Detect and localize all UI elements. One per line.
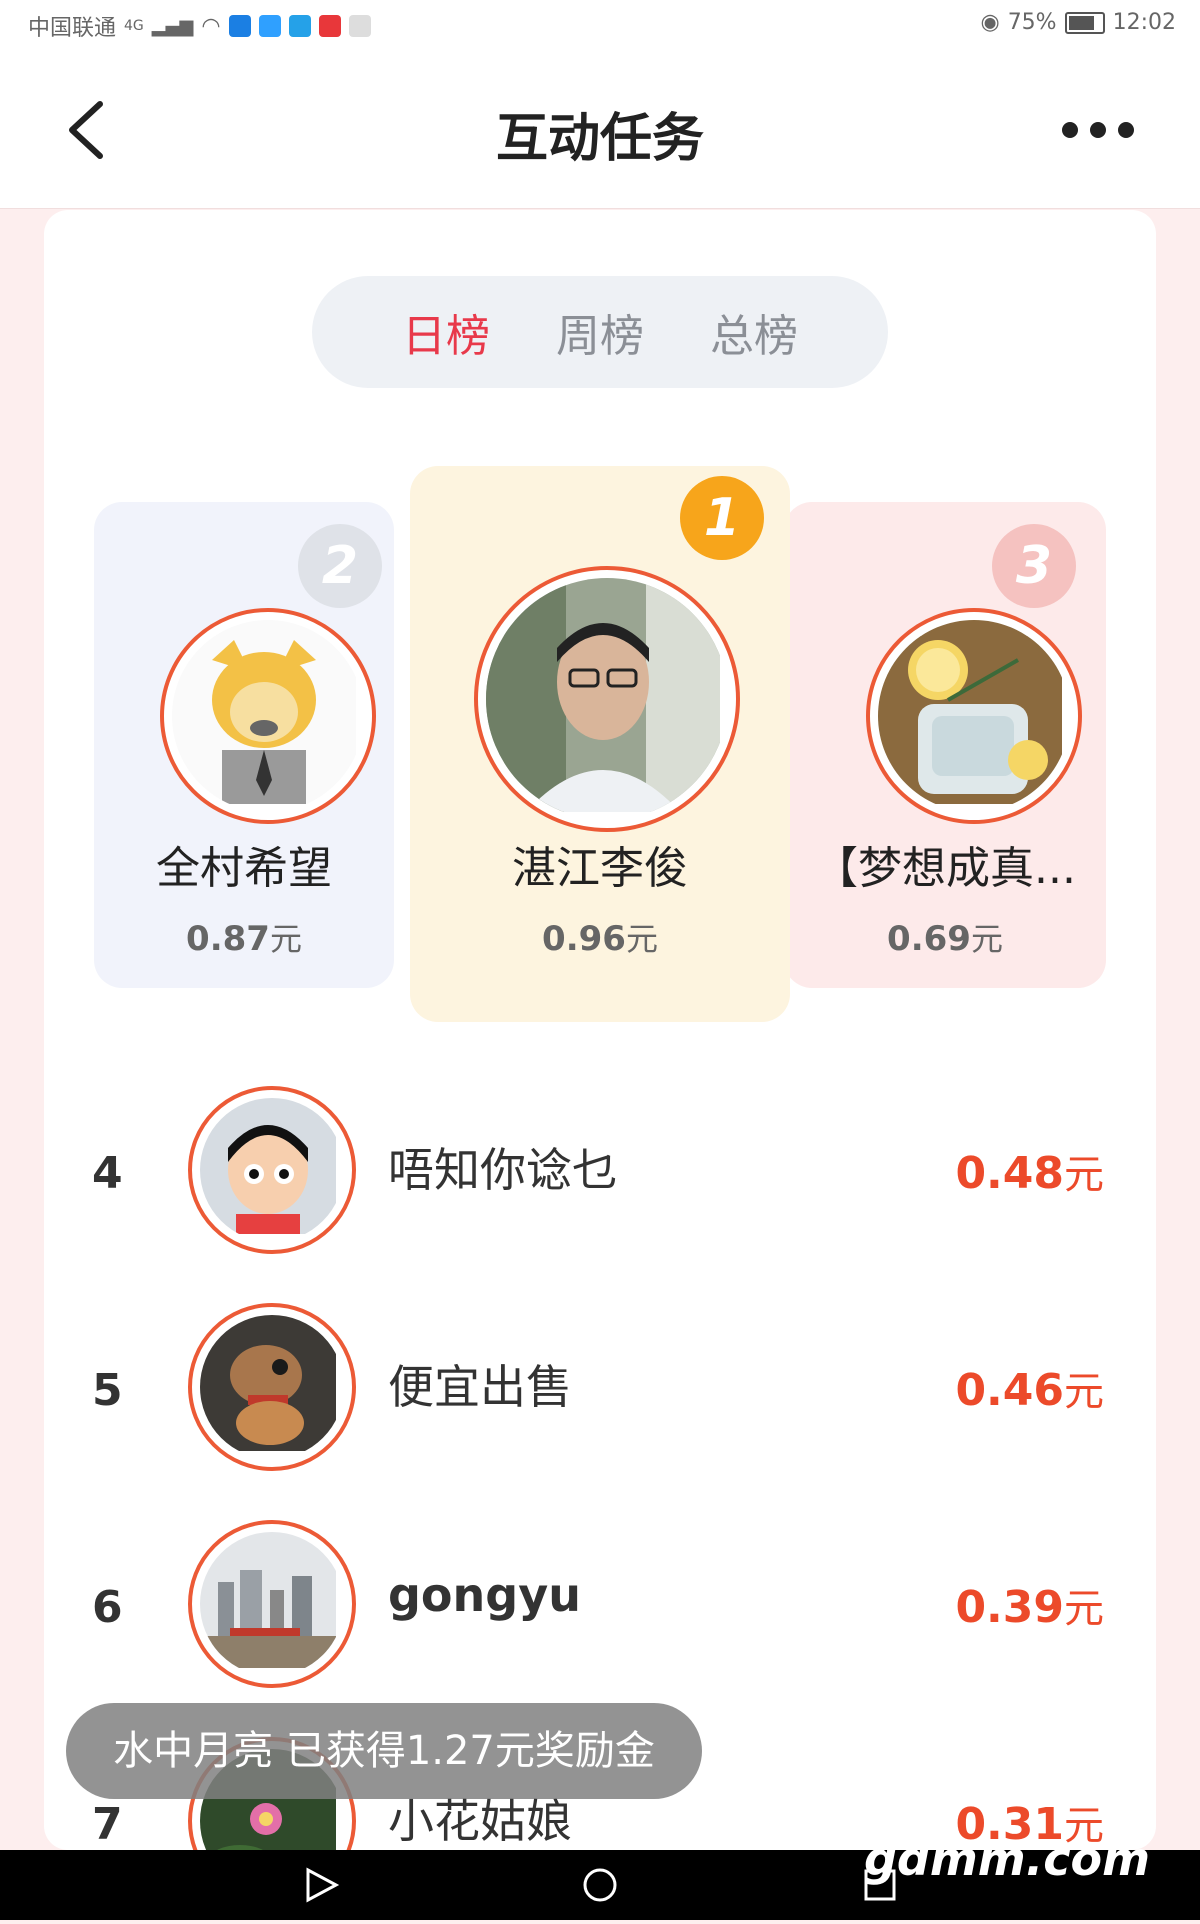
avatar-image xyxy=(878,620,1070,812)
podium-name: 全村希望 xyxy=(156,843,332,894)
send-app-icon xyxy=(288,15,311,37)
rank-number: 4 xyxy=(92,1148,123,1199)
rank-number: 6 xyxy=(92,1582,123,1633)
avatar xyxy=(474,566,740,832)
avatar-image xyxy=(200,1098,344,1242)
tab-weekly[interactable]: 周榜 xyxy=(556,300,644,364)
podium-amount: 0.69元 xyxy=(784,914,1106,960)
amount-unit: 元 xyxy=(625,920,658,958)
leaderboard-card: 日榜 周榜 总榜 2 全村希望 0.87元 3 【梦想成真... 0.69元 1… xyxy=(44,210,1156,1850)
reward-amount: 0.48元 xyxy=(955,1142,1104,1200)
podium-name: 湛江李俊 xyxy=(512,843,688,894)
wifi-icon: ◠ xyxy=(201,13,221,39)
nav-back-icon[interactable] xyxy=(306,1867,340,1903)
status-bar: 中国联通 4G ▂▄▆ ◠ ◉ 75% 12:02 xyxy=(0,0,1200,52)
list-item[interactable]: 6 gongyu 0.39元 xyxy=(44,1520,1156,1700)
podium-first[interactable]: 1 湛江李俊 0.96元 xyxy=(410,466,790,1022)
user-name: 唔知你谂乜 xyxy=(388,1143,618,1197)
reward-amount: 0.39元 xyxy=(955,1576,1104,1634)
avatar-image xyxy=(486,578,728,820)
carrier-label: 中国联通 xyxy=(28,16,117,41)
youku-app-icon xyxy=(258,15,281,37)
avatar xyxy=(188,1520,356,1688)
dot-icon xyxy=(1090,122,1106,138)
avatar xyxy=(160,608,376,824)
zhihu-app-icon xyxy=(228,15,251,37)
amount-value: 0.87 xyxy=(186,919,270,959)
app-header: 互动任务 xyxy=(0,52,1200,209)
tab-total[interactable]: 总榜 xyxy=(710,300,798,364)
clock: 12:02 xyxy=(1112,10,1176,35)
network-label: 4G xyxy=(124,18,144,34)
avatar xyxy=(866,608,1082,824)
list-item[interactable]: 4 唔知你谂乜 0.48元 xyxy=(44,1086,1156,1266)
shield-app-icon xyxy=(348,15,371,37)
avatar-image xyxy=(200,1315,344,1459)
dot-icon xyxy=(1062,122,1078,138)
amount-unit: 元 xyxy=(1064,1152,1104,1198)
tab-daily[interactable]: 日榜 xyxy=(402,300,490,364)
battery-icon xyxy=(1064,11,1105,34)
period-tabs: 日榜 周榜 总榜 xyxy=(312,276,888,388)
amount-value: 0.96 xyxy=(542,919,626,959)
amount-unit: 元 xyxy=(269,920,302,958)
medal-second-icon: 2 xyxy=(298,524,382,608)
amount-unit: 元 xyxy=(1064,1369,1104,1415)
amount-unit: 元 xyxy=(1064,1586,1104,1632)
eye-icon: ◉ xyxy=(980,10,1000,35)
user-name: gongyu xyxy=(388,1568,581,1622)
amount-unit: 元 xyxy=(970,920,1003,958)
rank-number: 7 xyxy=(92,1799,123,1850)
avatar xyxy=(188,1086,356,1254)
rank-number: 5 xyxy=(92,1365,123,1416)
avatar-image xyxy=(172,620,364,812)
reward-amount: 0.46元 xyxy=(955,1359,1104,1417)
avatar-image xyxy=(200,1532,344,1676)
amount-value: 0.39 xyxy=(955,1582,1064,1633)
battery-percent: 75% xyxy=(1007,10,1057,35)
avatar xyxy=(188,1303,356,1471)
user-name: 便宜出售 xyxy=(388,1360,572,1414)
list-item[interactable]: 5 便宜出售 0.46元 xyxy=(44,1303,1156,1483)
amount-value: 0.48 xyxy=(955,1148,1064,1199)
nav-home-icon[interactable] xyxy=(583,1868,617,1902)
more-options-button[interactable] xyxy=(1062,122,1134,138)
podium-amount: 0.96元 xyxy=(410,914,790,960)
red-app-icon xyxy=(318,15,341,37)
page-title: 互动任务 xyxy=(495,109,704,169)
podium-third[interactable]: 3 【梦想成真... 0.69元 xyxy=(784,502,1106,988)
amount-value: 0.69 xyxy=(887,919,971,959)
podium-name: 【梦想成真... xyxy=(814,843,1076,894)
dot-icon xyxy=(1118,122,1134,138)
podium-second[interactable]: 2 全村希望 0.87元 xyxy=(94,502,394,988)
amount-value: 0.46 xyxy=(955,1365,1064,1416)
podium-amount: 0.87元 xyxy=(94,914,394,960)
watermark: gdmm.com xyxy=(864,1832,1150,1886)
medal-first-icon: 1 xyxy=(680,476,764,560)
reward-toast: 水中月亮 已获得1.27元奖励金 xyxy=(66,1703,702,1799)
medal-third-icon: 3 xyxy=(992,524,1076,608)
signal-icon: ▂▄▆ xyxy=(151,15,194,37)
